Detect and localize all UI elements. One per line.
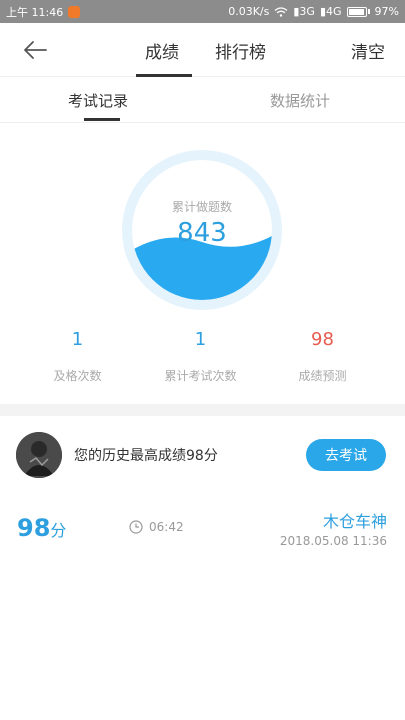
battery-icon [346, 6, 370, 17]
questions-ring: 累计做题数 843 [122, 150, 282, 310]
avatar[interactable] [16, 432, 62, 478]
notification-icon [68, 5, 81, 18]
network-speed: 0.03K/s [228, 5, 270, 18]
summary-card: 累计做题数 843 1 及格次数 1 累计考试次数 98 成绩预测 [0, 124, 405, 404]
section-divider [0, 404, 405, 416]
subtab-data-stats[interactable]: 数据统计 [270, 77, 330, 123]
metric-value: 98 [311, 329, 334, 350]
take-exam-button[interactable]: 去考试 [306, 439, 386, 471]
metric-pass-count: 1 及格次数 [10, 329, 145, 384]
metric-label: 成绩预测 [298, 369, 347, 383]
wifi-icon [274, 6, 288, 17]
tab-grades[interactable]: 成绩 [145, 23, 179, 77]
clock-icon [129, 520, 143, 534]
subtab-exam-records[interactable]: 考试记录 [68, 77, 128, 123]
record-duration: 06:42 [129, 520, 184, 534]
ring-label: 累计做题数 [171, 200, 232, 214]
best-score-row: 您的历史最高成绩98分 去考试 [0, 416, 405, 494]
metric-score-prediction: 98 成绩预测 [255, 329, 390, 384]
subtabs: 考试记录 数据统计 [0, 77, 405, 123]
back-arrow-icon [24, 41, 47, 59]
metric-exam-count: 1 累计考试次数 [133, 329, 268, 384]
exam-record-item[interactable]: 98分 06:42 木仓车神 2018.05.08 11:36 [0, 494, 405, 564]
ring-value: 843 [177, 218, 227, 248]
battery-percent: 97% [374, 5, 399, 18]
signal-3g-icon: ▮3G [293, 5, 315, 18]
tab-leaderboard[interactable]: 排行榜 [215, 23, 266, 77]
ring-inner: 累计做题数 843 [132, 160, 272, 300]
metric-value: 1 [194, 329, 207, 350]
metric-label: 累计考试次数 [164, 369, 237, 383]
avatar-image-icon [16, 432, 62, 478]
signal-4g-icon: ▮4G [319, 5, 342, 18]
duration-text: 06:42 [149, 520, 184, 534]
metric-value: 1 [71, 329, 84, 350]
record-score: 98分 [17, 514, 67, 542]
metric-label: 及格次数 [53, 369, 102, 383]
record-username: 木仓车神 [322, 512, 387, 531]
best-score-text: 您的历史最高成绩98分 [74, 448, 218, 464]
status-time: 上午 11:46 [6, 5, 64, 19]
record-date: 2018.05.08 11:36 [279, 534, 387, 548]
top-nav: 成绩 排行榜 清空 [0, 23, 405, 77]
back-button[interactable] [20, 36, 50, 64]
status-bar: 上午 11:46 0.03K/s ▮3G ▮4G 97% [0, 0, 405, 23]
clear-button[interactable]: 清空 [351, 23, 385, 77]
subtab-active-indicator [84, 118, 120, 121]
